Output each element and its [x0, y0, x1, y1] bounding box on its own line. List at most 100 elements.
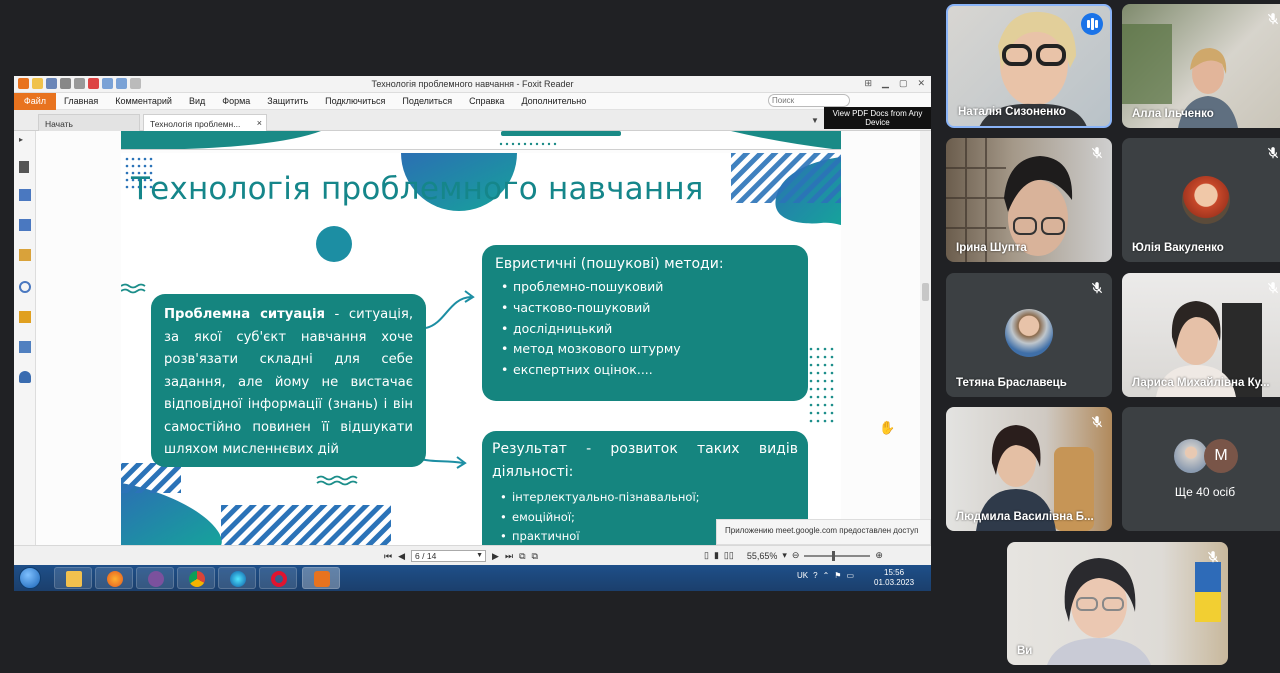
document-tabs: Начать Технологія проблемн... × ▼	[14, 110, 931, 131]
participant-tile[interactable]: Ірина Шупта	[946, 138, 1112, 262]
close-window-icon[interactable]: ✕	[917, 78, 925, 89]
menu-item-view[interactable]: Вид	[189, 96, 205, 106]
user-manager-icon[interactable]	[19, 371, 31, 383]
search-area: 🔍 Поиск ⌕ ⚙ ◁ ▷ ▣	[768, 93, 850, 107]
vertical-scrollbar[interactable]	[920, 131, 931, 545]
folder-icon	[66, 571, 82, 587]
layout-icon[interactable]: ⊞	[864, 78, 872, 89]
window-controls: ⊞ ▁ ▢ ✕	[864, 78, 925, 89]
more-participants-tile[interactable]: M Ще 40 осіб	[1122, 407, 1280, 531]
bookmark-icon[interactable]	[19, 161, 29, 173]
maximize-icon[interactable]: ▢	[899, 78, 908, 89]
help-icon[interactable]: ?	[813, 571, 817, 580]
scroll-thumb[interactable]	[922, 283, 929, 301]
mic-off-icon	[1267, 282, 1279, 294]
shared-screen: Технологія проблемного навчання - Foxit …	[14, 76, 931, 591]
clock-date: 01.03.2023	[874, 578, 915, 587]
menu-item-connect[interactable]: Подключиться	[325, 96, 385, 106]
list-item: дослідницький	[501, 319, 795, 340]
menu-item-home[interactable]: Главная	[64, 96, 98, 106]
tab-document-label: Технологія проблемн...	[150, 119, 241, 129]
zoom-out-icon[interactable]: ⊖	[792, 550, 800, 561]
lock-icon[interactable]	[19, 311, 31, 323]
left-panel: ▸	[14, 131, 36, 567]
tab-start-label: Начать	[45, 119, 73, 129]
language-indicator[interactable]: UK	[797, 571, 808, 580]
minimize-icon[interactable]: ▁	[882, 78, 889, 89]
search-input[interactable]: Поиск	[768, 93, 850, 107]
system-clock[interactable]: 15:56 01.03.2023	[874, 568, 914, 588]
avatar	[1182, 176, 1230, 224]
tabs-dropdown-icon[interactable]: ▼	[811, 116, 819, 125]
first-page-icon[interactable]: ⏮	[384, 551, 392, 562]
flag-icon[interactable]: ⚑	[834, 571, 841, 580]
menu-item-help[interactable]: Справка	[469, 96, 504, 106]
tab-close-icon[interactable]: ×	[257, 118, 262, 128]
expand-panel-icon[interactable]: ▸	[19, 135, 31, 147]
list-item: експертних оцінок....	[501, 360, 795, 381]
chrome-icon	[189, 571, 205, 587]
avatar	[1174, 439, 1208, 473]
facing-icon[interactable]: ▯▯	[724, 550, 734, 561]
participant-tile[interactable]: Тетяна Браславець	[946, 273, 1112, 397]
system-tray: UK ? ⌃ ⚑ ▭	[797, 571, 854, 580]
tab-start[interactable]: Начать	[38, 114, 140, 131]
zoom-value[interactable]: 55,65%	[747, 551, 778, 561]
screen-share-notification[interactable]: Приложению meet.google.com предоставлен …	[716, 519, 931, 545]
hand-cursor-icon: ✋	[879, 420, 896, 435]
menu-item-comment[interactable]: Комментарий	[115, 96, 172, 106]
taskbar-foxit[interactable]	[302, 567, 340, 589]
view-mode-alt-icon[interactable]: ⧉	[532, 551, 538, 562]
prev-page-icon[interactable]: ◀	[398, 551, 405, 562]
zoom-slider[interactable]	[804, 550, 871, 561]
participant-tile[interactable]: Людмила Василівна Б...	[946, 407, 1112, 531]
zoom-dropdown-icon[interactable]: ▾	[782, 550, 787, 561]
single-page-icon[interactable]: ▯	[704, 550, 709, 561]
result-heading: Результат - розвиток таких видів діяльно…	[492, 441, 798, 480]
taskbar-chrome[interactable]	[177, 567, 215, 589]
participant-video	[1047, 558, 1221, 665]
continuous-icon[interactable]: ▮	[714, 550, 719, 561]
comments-icon[interactable]	[19, 249, 31, 261]
page-dropdown-icon[interactable]: ▼	[476, 551, 483, 561]
participant-tile[interactable]: Алла Ільченко	[1122, 4, 1280, 128]
self-view-tile[interactable]: Ви	[1007, 542, 1228, 665]
participant-name: Тетяна Браславець	[956, 377, 1067, 389]
taskbar-firefox[interactable]	[95, 567, 133, 589]
tray-arrow-icon[interactable]: ⌃	[823, 571, 830, 580]
participant-tile[interactable]: Наталія Сизоненко	[946, 4, 1112, 128]
participant-name: Юлія Вакуленко	[1132, 242, 1224, 254]
page-number-input[interactable]: 6 / 14 ▼	[411, 550, 487, 562]
menu-item-protect[interactable]: Защитить	[267, 96, 308, 106]
viber-icon	[148, 571, 164, 587]
pdf-slide-page: Технологія проблемного навчання Проблемн…	[121, 153, 841, 545]
edge-icon	[230, 571, 246, 587]
menu-item-share[interactable]: Поделиться	[402, 96, 452, 106]
tab-document[interactable]: Технологія проблемн... ×	[143, 114, 267, 131]
taskbar-explorer[interactable]	[54, 567, 92, 589]
view-mode-icon[interactable]: ⧉	[519, 551, 525, 562]
promo-banner[interactable]: View PDF Docs from Any Device	[824, 107, 931, 129]
participant-tile[interactable]: Лариса Михайлівна Ку...	[1122, 273, 1280, 397]
mic-off-icon	[1267, 13, 1279, 25]
pages-icon[interactable]	[19, 189, 31, 201]
taskbar-opera[interactable]	[259, 567, 297, 589]
layers-icon[interactable]	[19, 219, 31, 231]
participant-tile[interactable]: Юлія Вакуленко	[1122, 138, 1280, 262]
taskbar-viber[interactable]	[136, 567, 174, 589]
opera-icon	[271, 571, 287, 587]
network-icon[interactable]: ▭	[846, 571, 854, 580]
next-page-icon[interactable]: ▶	[492, 551, 499, 562]
start-button-icon[interactable]	[19, 567, 41, 589]
page-navigation: ⏮ ◀ 6 / 14 ▼ ▶ ⏭ ⧉ ⧉	[384, 550, 538, 562]
window-title: Технологія проблемного навчання - Foxit …	[371, 79, 574, 89]
last-page-icon[interactable]: ⏭	[505, 551, 513, 562]
attachment-icon[interactable]	[19, 281, 31, 293]
signature-icon[interactable]	[19, 341, 31, 353]
menu-item-form[interactable]: Форма	[222, 96, 250, 106]
menu-item-extra[interactable]: Дополнительно	[521, 96, 586, 106]
menu-file[interactable]: Файл	[14, 93, 56, 110]
zoom-in-icon[interactable]: ⊕	[875, 550, 883, 561]
zoom-slider-knob[interactable]	[832, 550, 836, 561]
taskbar-edge[interactable]	[218, 567, 256, 589]
